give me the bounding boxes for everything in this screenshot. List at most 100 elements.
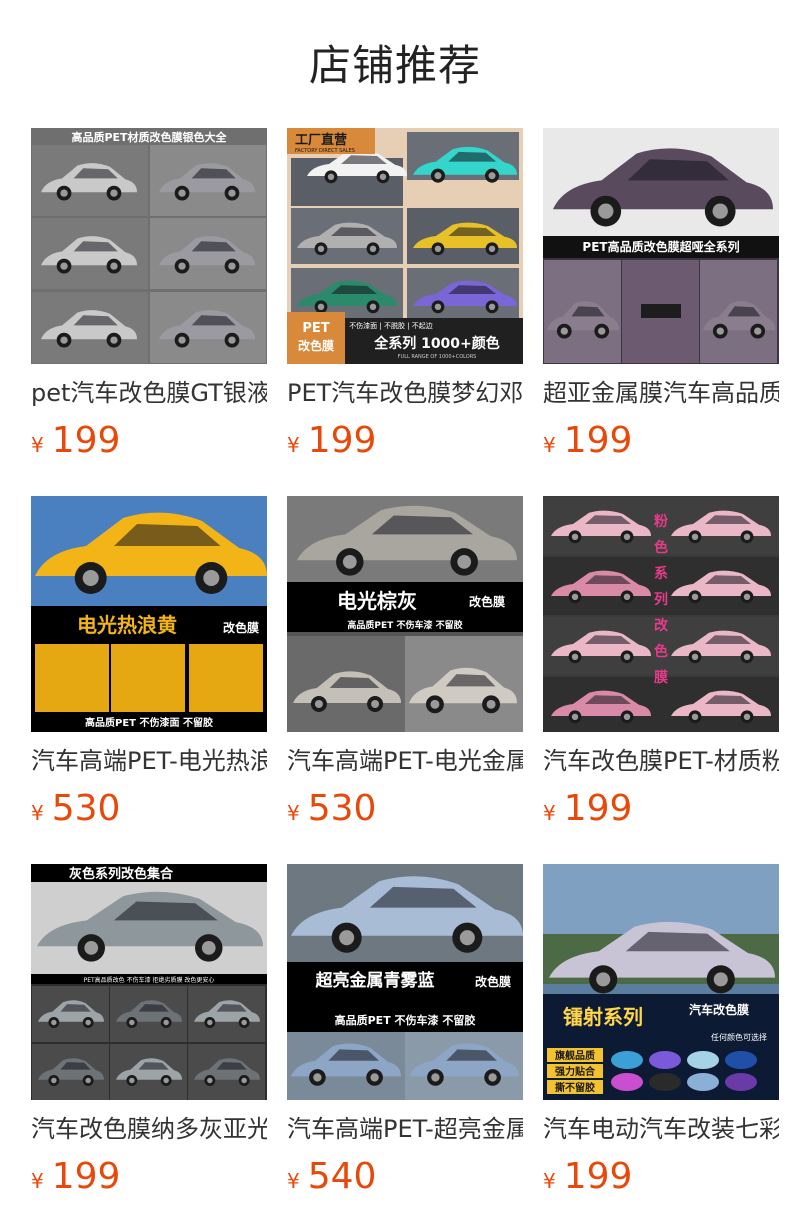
color-swatch: [611, 1073, 643, 1091]
product-title[interactable]: pet汽车改色膜GT银液态金属银: [31, 378, 267, 408]
product-title[interactable]: 汽车改色膜纳多灰亚光灰系列: [31, 1114, 267, 1144]
product-card[interactable]: 灰色系列改色集合 PET高品质改色 不伤车漆 拒绝劣质膜 改色更安心汽车改色膜纳多…: [31, 864, 267, 1197]
product-thumbnail[interactable]: 高品质PET材质改色膜银色大全: [31, 128, 267, 364]
price-value: 540: [307, 1156, 377, 1197]
image-banner-tag: 汽车改色膜: [689, 1002, 749, 1017]
product-title[interactable]: 汽车高端PET-电光金属棕灰改色: [287, 746, 523, 776]
price-value: 199: [307, 420, 377, 461]
product-price: ¥540: [287, 1156, 523, 1197]
product-price: ¥199: [31, 420, 267, 461]
image-banner-sub: 任何颜色可选择: [711, 1032, 767, 1042]
price-value: 199: [51, 1156, 121, 1197]
section-header: 店铺推荐: [0, 0, 790, 128]
product-price: ¥199: [543, 1156, 779, 1197]
product-thumbnail[interactable]: 镭射系列 汽车改色膜任何颜色可选择旗舰品质强力贴合撕不留胶: [543, 864, 779, 1100]
product-price: ¥530: [287, 788, 523, 829]
image-banner-tags: 高品质PET 不伤车漆 不留胶: [335, 1013, 476, 1027]
product-card[interactable]: 超亮金属青雾蓝 改色膜高品质PET 不伤车漆 不留胶汽车高端PET-超亮金属青雾蓝…: [287, 864, 523, 1197]
product-image: 粉色系列改色膜: [543, 496, 779, 732]
image-banner-mid: PET高品质改色膜超哑全系列: [582, 239, 739, 254]
image-tag: 撕不留胶: [555, 1081, 595, 1094]
image-banner-bottom: 高品质PET 不伤漆面 不留胶: [85, 716, 213, 729]
currency-symbol: ¥: [287, 1169, 300, 1193]
price-value: 199: [51, 420, 121, 461]
color-swatch: [687, 1073, 719, 1091]
image-side-text: 色: [654, 539, 668, 556]
image-panel: [189, 644, 263, 712]
product-title[interactable]: 汽车电动汽车改装七彩镭射改色: [543, 1114, 779, 1144]
image-side-text: 列: [654, 591, 668, 608]
product-title[interactable]: 汽车高端PET-电光热浪黄改色膜: [31, 746, 267, 776]
product-price: ¥199: [31, 1156, 267, 1197]
image-panel: [35, 644, 109, 712]
image-banner-mid: 镭射系列: [563, 1005, 643, 1029]
product-thumbnail[interactable]: 电光棕灰 改色膜 高品质PET 不伤车漆 不留胶: [287, 496, 523, 732]
image-banner-top-sub: FACTORY DIRECT SALES: [295, 148, 355, 154]
product-image: 灰色系列改色集合 PET高品质改色 不伤车漆 拒绝劣质膜 改色更安心: [31, 864, 267, 1100]
product-image: 电光热浪黄 改色膜高品质PET 不伤漆面 不留胶: [31, 496, 267, 732]
image-side-text: 色: [654, 643, 668, 660]
color-swatch: [649, 1051, 681, 1069]
image-badge-text: 改色膜: [298, 338, 334, 353]
image-banner-tag: 改色膜: [475, 974, 511, 989]
image-tag: 强力贴合: [555, 1065, 596, 1078]
image-banner-mid: 电光棕灰: [337, 589, 417, 613]
product-thumbnail[interactable]: 粉色系列改色膜: [543, 496, 779, 732]
product-thumbnail[interactable]: 电光热浪黄 改色膜 高品质PET 不伤漆面 不留胶: [31, 496, 267, 732]
image-banner-mid: 电光热浪黄: [77, 613, 177, 637]
image-side-text: 膜: [654, 669, 668, 686]
price-value: 199: [563, 788, 633, 829]
image-badge: [287, 312, 345, 364]
currency-symbol: ¥: [543, 801, 556, 825]
product-title[interactable]: PET汽车改色膜梦幻邓布利多紫: [287, 378, 523, 408]
image-banner-tags: 不伤漆面 | 不脱胶 | 不起边: [349, 321, 433, 330]
product-price: ¥530: [31, 788, 267, 829]
image-banner-tags: 高品质PET 不伤车漆 不留胶: [347, 619, 462, 631]
product-image: 电光棕灰 改色膜高品质PET 不伤车漆 不留胶: [287, 496, 523, 732]
currency-symbol: ¥: [31, 801, 44, 825]
image-panel: [111, 644, 185, 712]
product-card[interactable]: 镭射系列 汽车改色膜任何颜色可选择旗舰品质强力贴合撕不留胶汽车电动汽车改装七彩镭射…: [543, 864, 779, 1197]
product-image: 工厂直营FACTORY DIRECT SALES PET 改色膜 不伤漆面 | 不脱胶…: [287, 128, 523, 364]
product-price: ¥199: [543, 788, 779, 829]
color-swatch: [725, 1073, 757, 1091]
product-image: 镭射系列 汽车改色膜任何颜色可选择旗舰品质强力贴合撕不留胶: [543, 864, 779, 1100]
product-card[interactable]: 电光热浪黄 改色膜高品质PET 不伤漆面 不留胶汽车高端PET-电光热浪黄改色膜 ¥…: [31, 496, 267, 829]
image-tag: 旗舰品质: [555, 1049, 595, 1062]
section-title: 店铺推荐: [308, 41, 481, 90]
product-thumbnail[interactable]: 工厂直营 FACTORY DIRECT SALES PET 改色膜 不伤漆面 | 不脱胶…: [287, 128, 523, 364]
image-banner-top: 工厂直营: [295, 132, 347, 148]
currency-symbol: ¥: [31, 433, 44, 457]
product-title[interactable]: 汽车高端PET-超亮金属青雾蓝: [287, 1114, 523, 1144]
product-title[interactable]: 汽车改色膜PET-材质粉色系列: [543, 746, 779, 776]
image-side-text: 粉: [654, 513, 668, 530]
image-banner-top: 高品质PET材质改色膜银色大全: [71, 130, 227, 144]
currency-symbol: ¥: [31, 1169, 44, 1193]
image-grille: [641, 304, 681, 318]
product-image: PET高品质改色膜超哑全系列: [543, 128, 779, 364]
image-side-text: 改: [654, 617, 669, 634]
color-swatch: [611, 1051, 643, 1069]
product-image: 高品质PET材质改色膜银色大全: [31, 128, 267, 364]
price-value: 199: [563, 420, 633, 461]
product-card[interactable]: PET高品质改色膜超哑全系列超亚金属膜汽车高品质PET改色 ¥199: [543, 128, 779, 461]
image-banner-mid: 超亮金属青雾蓝: [316, 970, 435, 991]
currency-symbol: ¥: [287, 801, 300, 825]
image-side-text: 系: [654, 565, 668, 582]
image-banner-tag: 改色膜: [469, 594, 505, 609]
product-card[interactable]: 工厂直营 FACTORY DIRECT SALES PET 改色膜 不伤漆面 | 不脱胶…: [287, 128, 523, 461]
price-value: 199: [563, 1156, 633, 1197]
product-thumbnail[interactable]: PET高品质改色膜超哑全系列: [543, 128, 779, 364]
currency-symbol: ¥: [543, 1169, 556, 1193]
product-title[interactable]: 超亚金属膜汽车高品质PET改色: [543, 378, 779, 408]
product-card[interactable]: 高品质PET材质改色膜银色大全 pet汽车改色膜GT银液态金属银 ¥199: [31, 128, 267, 461]
product-card[interactable]: 粉色系列改色膜汽车改色膜PET-材质粉色系列¥199: [543, 496, 779, 829]
product-card[interactable]: 电光棕灰 改色膜高品质PET 不伤车漆 不留胶汽车高端PET-电光金属棕灰改色 ¥5…: [287, 496, 523, 829]
color-swatch: [687, 1051, 719, 1069]
image-banner-top: 灰色系列改色集合: [69, 866, 174, 882]
product-thumbnail[interactable]: 超亮金属青雾蓝 改色膜高品质PET 不伤车漆 不留胶: [287, 864, 523, 1100]
color-swatch: [725, 1051, 757, 1069]
currency-symbol: ¥: [543, 433, 556, 457]
product-thumbnail[interactable]: 灰色系列改色集合 PET高品质改色 不伤车漆 拒绝劣质膜 改色更安心: [31, 864, 267, 1100]
price-value: 530: [307, 788, 377, 829]
